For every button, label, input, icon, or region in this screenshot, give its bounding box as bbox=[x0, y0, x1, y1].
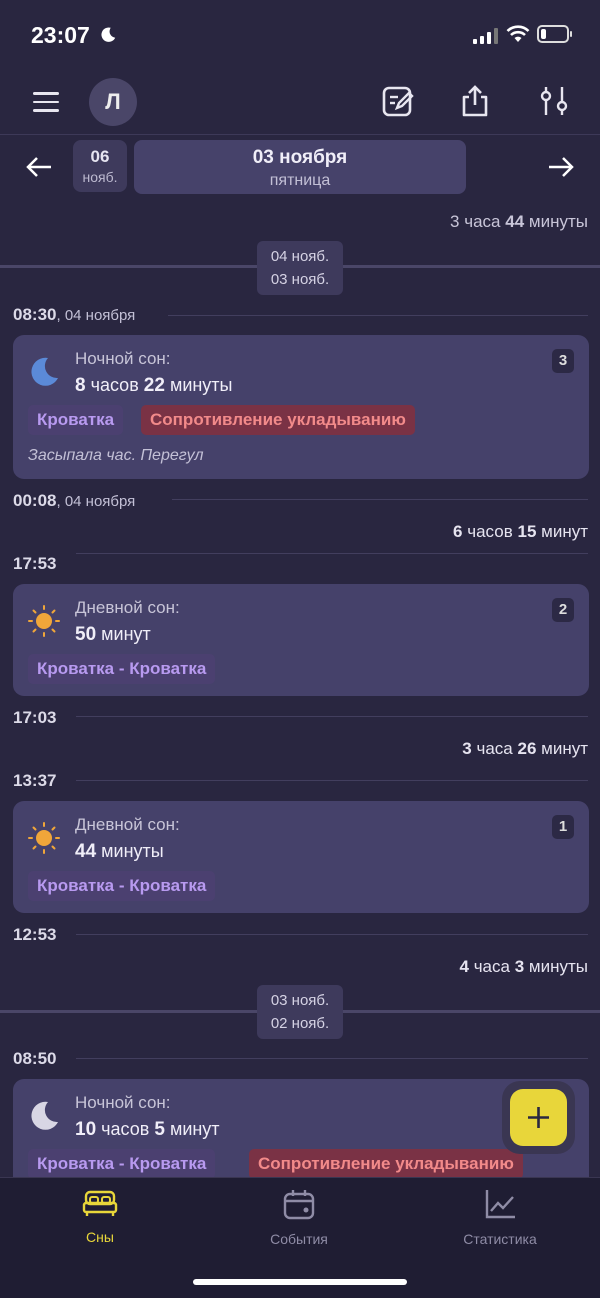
chart-icon bbox=[485, 1190, 515, 1219]
time-label: 08:50 bbox=[13, 1049, 57, 1068]
sleep-type: Дневной сон: bbox=[75, 598, 180, 617]
sleep-duration: 44 минуты bbox=[75, 841, 164, 862]
calendar-icon bbox=[283, 1190, 315, 1220]
sleep-duration: 50 минут bbox=[75, 624, 151, 645]
arrow-left-icon[interactable] bbox=[25, 156, 53, 178]
tab-label: События bbox=[270, 1231, 328, 1247]
filter-settings-icon[interactable] bbox=[537, 84, 571, 118]
status-time: 23:07 bbox=[31, 22, 90, 48]
signal-icon bbox=[473, 28, 498, 44]
moon-icon bbox=[31, 1101, 58, 1130]
sleep-type: Ночной сон: bbox=[75, 349, 171, 368]
time-label: 08:30, 04 ноября bbox=[13, 305, 136, 324]
current-date: 03 ноября bbox=[252, 147, 348, 168]
time-label: 12:53 bbox=[13, 925, 57, 944]
current-date-button[interactable]: 03 ноября пятница bbox=[134, 140, 466, 194]
plus-icon bbox=[528, 1107, 549, 1128]
place-tag: Кроватка - Кроватка bbox=[28, 1149, 216, 1177]
time-line bbox=[76, 1058, 588, 1059]
previous-date-button[interactable]: 06 нояб. bbox=[73, 140, 127, 192]
sleep-duration: 10 часов 5 минут bbox=[75, 1119, 220, 1140]
edit-note-icon[interactable] bbox=[381, 84, 415, 118]
wake-window-duration: 4 часа 3 минуты bbox=[459, 957, 589, 976]
date-navigation: 06 нояб. 03 ноября пятница bbox=[0, 138, 600, 196]
add-sleep-button[interactable] bbox=[510, 1089, 567, 1146]
battery-icon bbox=[537, 25, 572, 43]
sleep-card[interactable]: Дневной сон: 50 минут 2 Кроватка - Крова… bbox=[13, 584, 589, 696]
time-line bbox=[76, 780, 588, 781]
time-line bbox=[76, 934, 588, 935]
time-label: 17:53 bbox=[13, 554, 57, 573]
tab-label: Сны bbox=[86, 1229, 114, 1245]
alert-tag: Сопротивление укладыванию bbox=[141, 405, 415, 435]
home-indicator bbox=[193, 1279, 407, 1285]
menu-icon[interactable] bbox=[33, 92, 59, 112]
time-label: 00:08, 04 ноября bbox=[13, 491, 136, 510]
previous-day: 06 bbox=[90, 147, 110, 166]
day-separator-pill: 04 нояб. 03 нояб. bbox=[257, 241, 343, 295]
avatar[interactable]: Л bbox=[89, 78, 137, 126]
sleep-type: Ночной сон: bbox=[75, 1093, 171, 1112]
top-bar: Л bbox=[0, 70, 600, 135]
sleep-card[interactable]: Ночной сон: 8 часов 22 минуты 3 Кроватка… bbox=[13, 335, 589, 479]
tab-statistics[interactable]: Статистика bbox=[430, 1188, 570, 1247]
bed-icon bbox=[82, 1190, 118, 1216]
wake-window-duration: 6 часов 15 минут bbox=[453, 522, 588, 541]
time-line bbox=[172, 499, 588, 500]
sleep-card[interactable]: Дневной сон: 44 минуты 1 Кроватка - Кров… bbox=[13, 801, 589, 913]
day-separator-pill: 03 нояб. 02 нояб. bbox=[257, 985, 343, 1039]
moon-icon bbox=[101, 27, 116, 42]
time-label: 17:03 bbox=[13, 708, 57, 727]
sleep-number-badge: 1 bbox=[552, 815, 574, 839]
sleep-duration: 8 часов 22 минуты bbox=[75, 375, 233, 396]
sleep-note: Засыпала час. Перегул bbox=[28, 447, 204, 464]
wake-window-duration: 3 часа 26 минут bbox=[462, 739, 588, 758]
share-icon[interactable] bbox=[458, 84, 492, 118]
tab-events[interactable]: События bbox=[229, 1188, 369, 1247]
place-tag: Кроватка - Кроватка bbox=[28, 654, 216, 684]
moon-icon bbox=[31, 357, 58, 386]
place-tag: Кроватка - Кроватка bbox=[28, 871, 216, 901]
time-label: 13:37 bbox=[13, 771, 57, 790]
place-tag: Кроватка bbox=[28, 405, 124, 435]
sun-icon bbox=[28, 605, 60, 637]
sleep-number-badge: 2 bbox=[552, 598, 574, 622]
tab-label: Статистика bbox=[463, 1231, 537, 1247]
sleep-number-badge: 3 bbox=[552, 349, 574, 373]
sleep-type: Дневной сон: bbox=[75, 815, 180, 834]
tab-sleeps[interactable]: Сны bbox=[30, 1188, 170, 1245]
previous-month: нояб. bbox=[82, 169, 118, 185]
wake-window-duration: 3 часа 44 минуты bbox=[450, 212, 588, 231]
status-bar: 23:07 bbox=[0, 0, 600, 70]
add-sleep-button-container bbox=[502, 1081, 575, 1154]
alert-tag: Сопротивление укладыванию bbox=[249, 1149, 523, 1177]
time-line bbox=[76, 716, 588, 717]
time-line bbox=[76, 553, 588, 554]
time-line bbox=[168, 315, 588, 316]
wifi-icon bbox=[506, 25, 530, 42]
arrow-right-icon[interactable] bbox=[547, 156, 575, 178]
current-weekday: пятница bbox=[269, 172, 331, 189]
sun-icon bbox=[28, 822, 60, 854]
